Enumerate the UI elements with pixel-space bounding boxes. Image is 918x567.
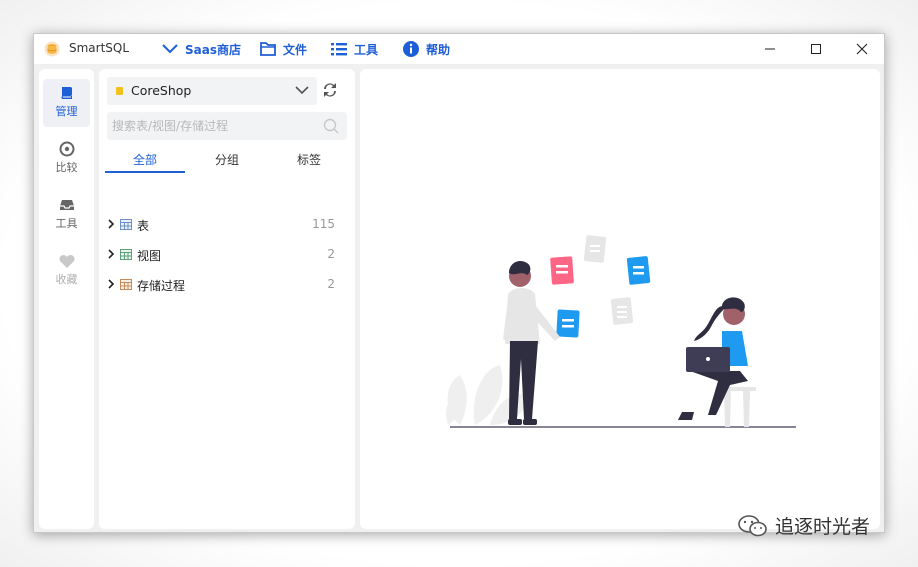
chevron-right-icon[interactable] — [107, 219, 115, 229]
rail-label: 管理 — [55, 105, 78, 118]
tree-node-count: 2 — [327, 247, 335, 261]
chevron-down-icon — [295, 86, 309, 95]
maximize-button[interactable] — [793, 34, 839, 64]
rail-item-manage[interactable]: 管理 — [43, 79, 90, 127]
database-icon — [116, 87, 123, 95]
menu-label: 工具 — [354, 42, 379, 57]
person-sitting — [678, 297, 756, 427]
database-name: CoreShop — [131, 83, 192, 98]
minimize-icon — [765, 48, 775, 50]
app-window: SmartSQL Saas商店 文件 工具 帮助 管理 比较 工具 收藏 Cor… — [33, 33, 885, 533]
tree-node-label: 表 — [137, 219, 150, 233]
tree-node-procedures[interactable]: 存储过程 2 — [105, 274, 341, 296]
chevron-down-icon — [162, 44, 178, 54]
tree-node-label: 存储过程 — [137, 279, 186, 293]
tree-node-count: 115 — [312, 217, 335, 231]
menu-help[interactable]: 帮助 — [402, 39, 450, 59]
book-icon — [61, 87, 72, 99]
side-rail: 管理 比较 工具 收藏 — [39, 69, 94, 529]
title-bar: SmartSQL Saas商店 文件 工具 帮助 — [34, 34, 884, 64]
rail-label: 工具 — [55, 217, 78, 230]
watermark: 追逐时光者 — [737, 512, 870, 539]
heart-icon — [58, 254, 75, 268]
person-standing — [503, 261, 560, 425]
menu-tools[interactable]: 工具 — [330, 39, 378, 59]
menu-label: 帮助 — [426, 42, 451, 57]
active-tab-indicator — [105, 171, 185, 173]
rail-label: 收藏 — [55, 273, 78, 286]
tree-node-count: 2 — [327, 277, 335, 291]
tab-all[interactable]: 全部 — [105, 151, 185, 168]
table-icon — [120, 219, 132, 230]
app-logo-icon — [44, 41, 60, 57]
close-icon — [856, 43, 868, 55]
folder-icon — [260, 42, 276, 56]
view-icon — [120, 249, 132, 260]
tree-node-label: 视图 — [137, 249, 162, 263]
close-button[interactable] — [839, 34, 885, 64]
menu-saas-store[interactable]: Saas商店 — [161, 39, 241, 59]
inbox-icon — [59, 200, 74, 210]
document-icon — [550, 256, 574, 285]
chevron-right-icon[interactable] — [107, 249, 115, 259]
search-input[interactable] — [107, 112, 347, 140]
list-icon — [331, 43, 347, 56]
menu-file[interactable]: 文件 — [259, 39, 307, 59]
object-tree-panel: CoreShop 全部 分组 标签 表 115 视图 2 存储过程 2 — [99, 69, 355, 529]
info-icon — [403, 41, 419, 57]
tree-node-views[interactable]: 视图 2 — [105, 244, 341, 266]
tree-node-tables[interactable]: 表 115 — [105, 214, 341, 236]
menu-label: Saas商店 — [185, 42, 241, 57]
menu-label: 文件 — [283, 42, 308, 57]
rail-item-compare[interactable]: 比较 — [43, 135, 90, 183]
chevron-right-icon[interactable] — [107, 279, 115, 289]
rail-label: 比较 — [55, 161, 78, 174]
database-select[interactable]: CoreShop — [107, 77, 317, 105]
maximize-icon — [811, 44, 821, 54]
app-title: SmartSQL — [69, 41, 130, 55]
tab-group[interactable]: 分组 — [187, 151, 267, 168]
rail-item-favorites[interactable]: 收藏 — [43, 247, 90, 295]
wechat-icon — [738, 514, 767, 536]
search-icon — [323, 118, 339, 134]
compass-icon — [59, 141, 74, 157]
rail-item-tools[interactable]: 工具 — [43, 191, 90, 239]
minimize-button[interactable] — [747, 34, 793, 64]
watermark-text: 追逐时光者 — [775, 516, 871, 538]
procedure-icon — [120, 279, 132, 290]
refresh-icon[interactable] — [321, 81, 339, 99]
main-content — [360, 69, 880, 529]
tab-tags[interactable]: 标签 — [269, 151, 349, 168]
empty-state-illustration — [446, 235, 796, 428]
